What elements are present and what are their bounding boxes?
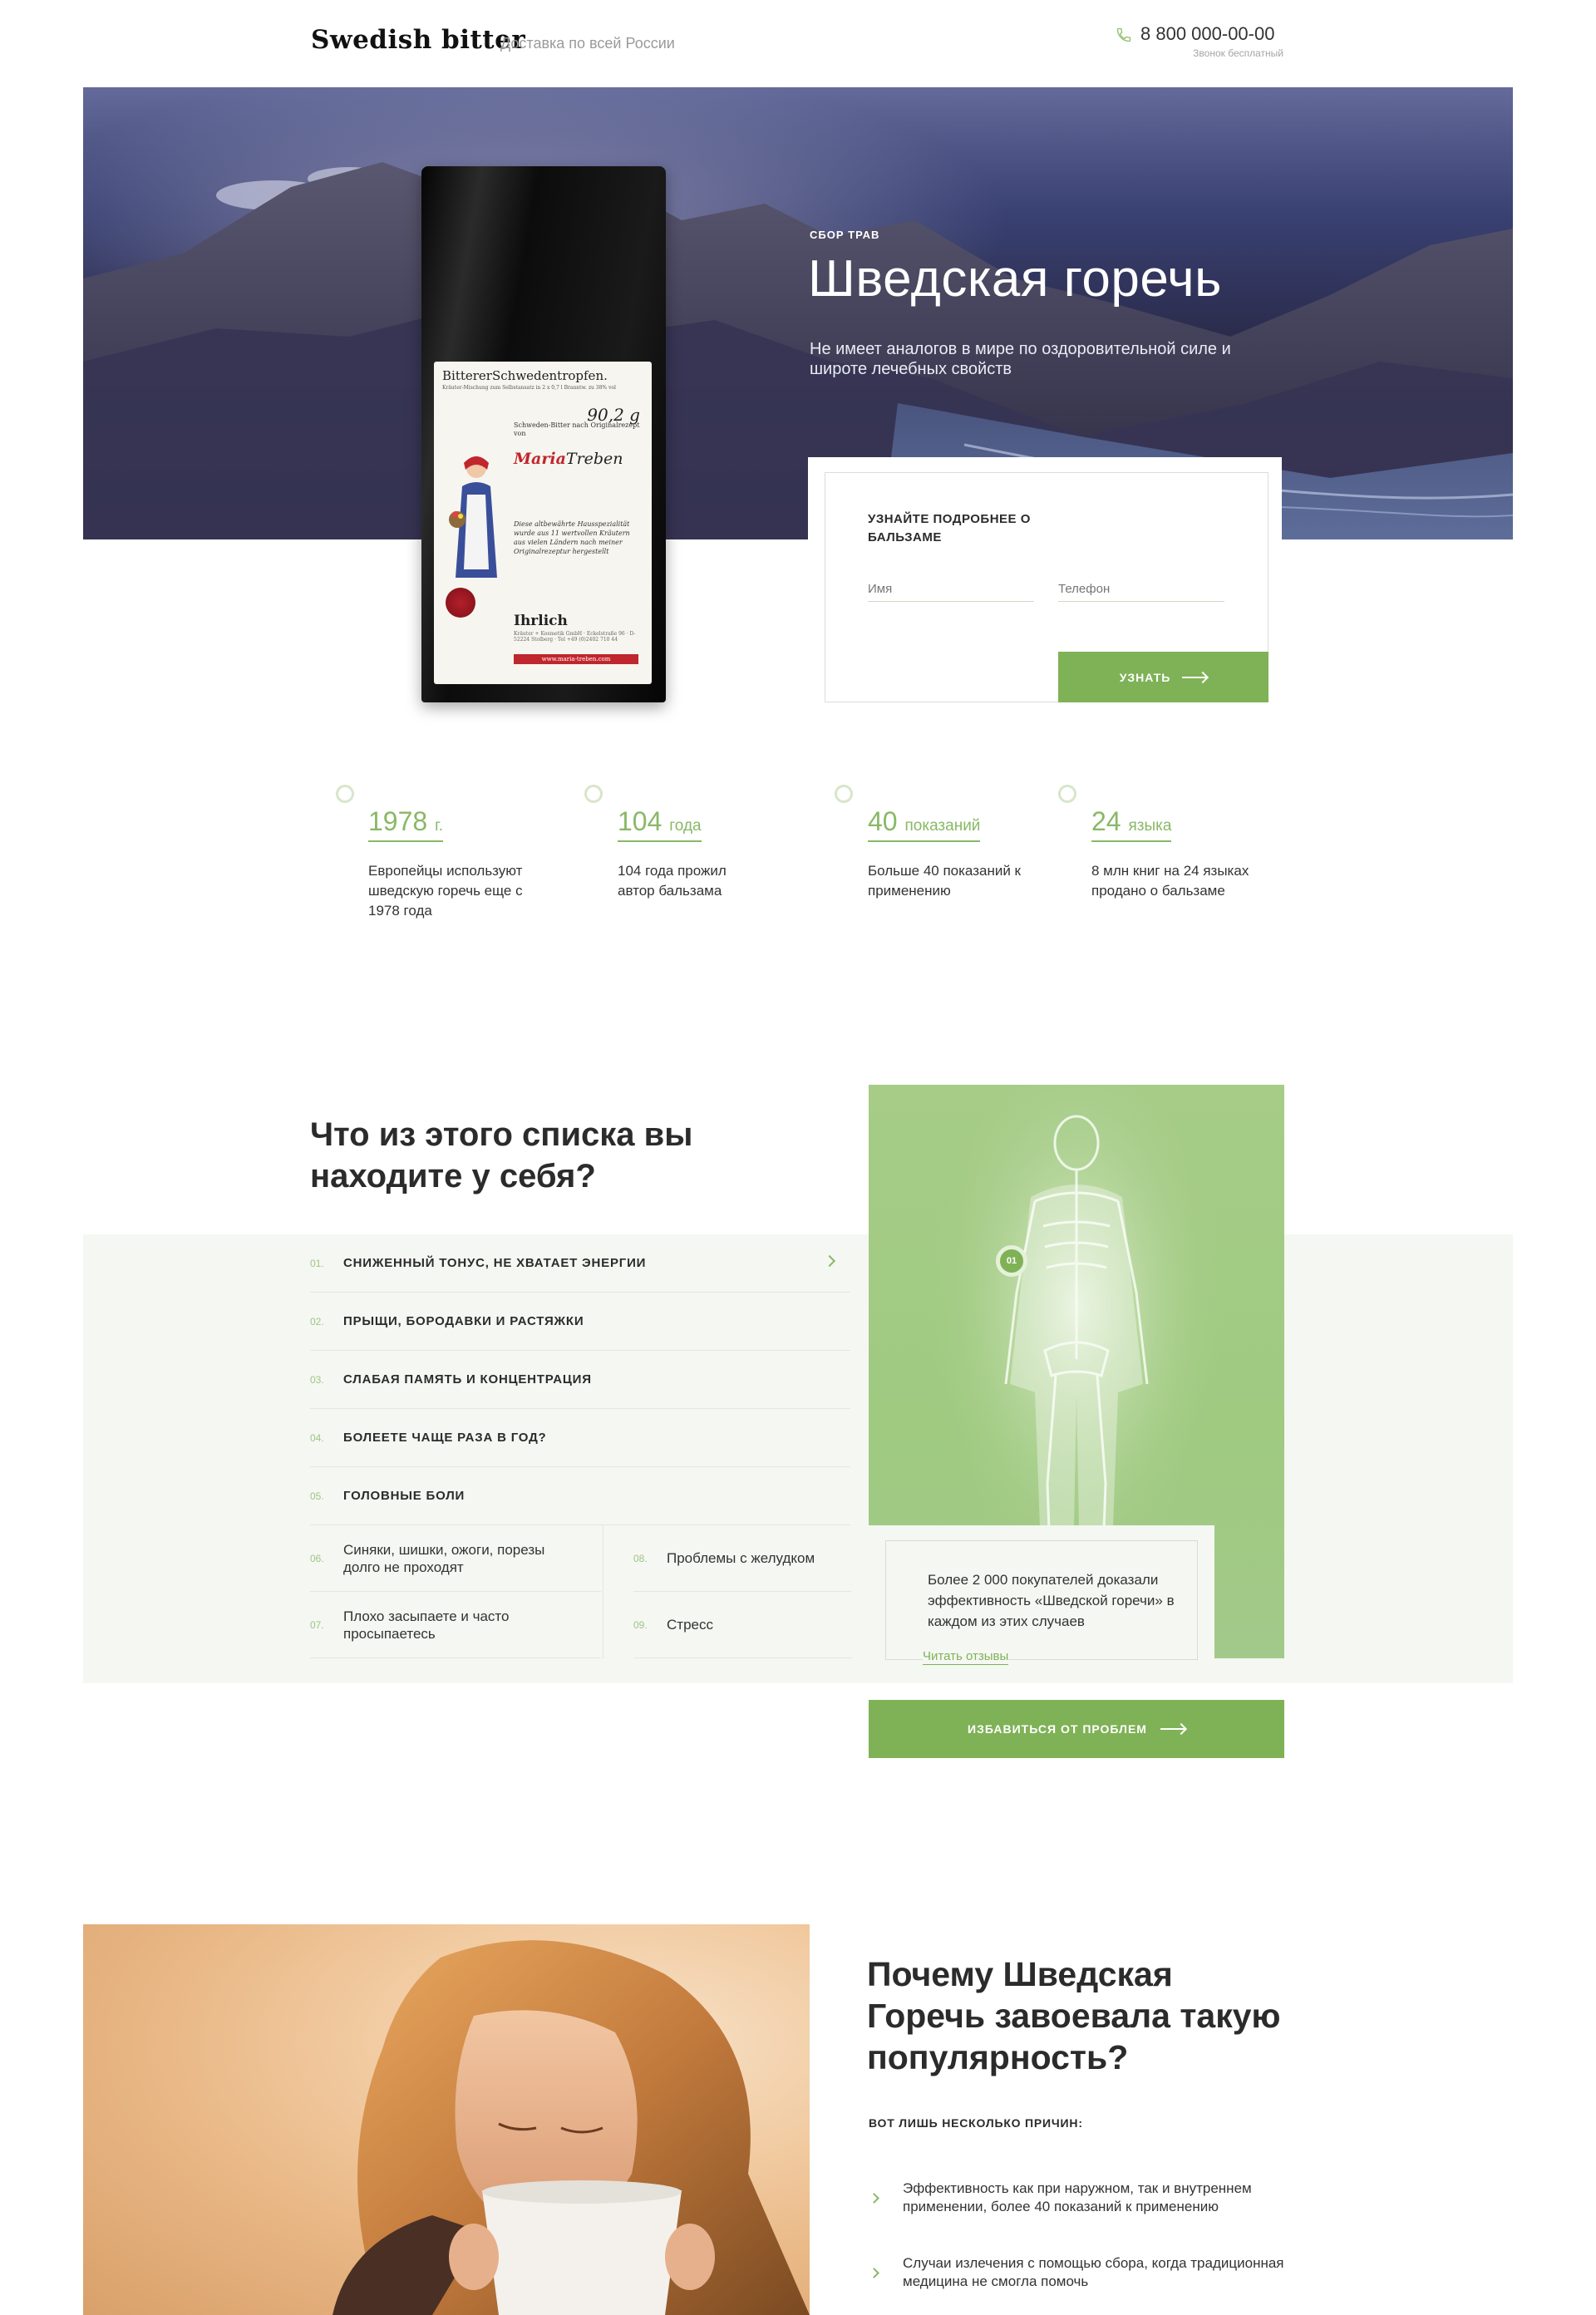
stat-text: Европейцы используют шведскую горечь еще… bbox=[368, 863, 523, 919]
why-subtitle: ВОТ ЛИШЬ НЕСКОЛЬКО ПРИЧИН: bbox=[869, 2116, 1083, 2130]
problem-number: 09. bbox=[633, 1618, 648, 1631]
label-brand-b: Treben bbox=[565, 450, 623, 468]
stat-unit: языка bbox=[1128, 817, 1172, 835]
stat-number: 1978 bbox=[368, 806, 428, 836]
stat-value: 40 показаний bbox=[868, 806, 981, 842]
hero-banner bbox=[83, 87, 1513, 539]
problem-item[interactable]: 02. ПРЫЩИ, БОРОДАВКИ И РАСТЯЖКИ bbox=[310, 1293, 850, 1351]
problem-text: Стресс bbox=[667, 1617, 713, 1633]
stat-unit: года bbox=[669, 817, 702, 835]
reason-item: Эффективность как при наружном, так и вн… bbox=[869, 2180, 1301, 2216]
problem-number: 08. bbox=[633, 1552, 648, 1564]
phone-note: Звонок бесплатный bbox=[1193, 47, 1283, 59]
stat-value: 104 года bbox=[618, 806, 702, 842]
stat-dot bbox=[835, 785, 853, 803]
problem-number: 05. bbox=[310, 1490, 324, 1502]
stat-number: 40 bbox=[868, 806, 898, 836]
problem-item[interactable]: 06. Синяки, шишки, ожоги, порезы долго н… bbox=[310, 1525, 601, 1592]
problem-text: БОЛЕЕТЕ ЧАЩЕ РАЗА В ГОД? bbox=[343, 1431, 547, 1445]
hero-title: Шведская горечь bbox=[808, 250, 1222, 308]
problem-number: 04. bbox=[310, 1431, 324, 1444]
why-title: Почему Шведская Горечь завоевала такую п… bbox=[867, 1955, 1281, 2076]
problem-text: СНИЖЕННЫЙ ТОНУС, НЕ ХВАТАЕТ ЭНЕРГИИ bbox=[343, 1256, 647, 1270]
problem-item[interactable]: 07. Плохо засыпаете и часто просыпаетесь bbox=[310, 1592, 601, 1658]
chevron-right-icon bbox=[869, 2267, 879, 2278]
label-maker: Ihrlich bbox=[514, 613, 568, 629]
stat-unit: показаний bbox=[904, 817, 981, 835]
problem-number: 06. bbox=[310, 1552, 324, 1564]
stat-value: 24 языка bbox=[1091, 806, 1172, 842]
problem-text: ГОЛОВНЫЕ БОЛИ bbox=[343, 1489, 466, 1503]
arrow-right-icon bbox=[1160, 1728, 1185, 1730]
label-name-a: Bitterer bbox=[442, 368, 492, 383]
problem-item[interactable]: 03. СЛАБАЯ ПАМЯТЬ И КОНЦЕНТРАЦИЯ bbox=[310, 1351, 850, 1409]
stat-number: 24 bbox=[1091, 806, 1121, 836]
info-text: Более 2 000 покупателей доказали эффекти… bbox=[928, 1572, 1175, 1629]
problem-text: Проблемы с желудком bbox=[667, 1550, 815, 1566]
stat-dot bbox=[336, 785, 354, 803]
label-name-b: Schwedentropfen. bbox=[491, 368, 608, 383]
problem-item[interactable]: 01. СНИЖЕННЫЙ ТОНУС, НЕ ХВАТАЕТ ЭНЕРГИИ bbox=[310, 1234, 850, 1293]
reason-item: Случаи излечения с помощью сбора, когда … bbox=[869, 2254, 1301, 2291]
woman-with-cup-image bbox=[332, 1940, 810, 2315]
logo[interactable]: Swedish bitter bbox=[311, 25, 525, 55]
phone-number[interactable]: 8 800 000-00-00 bbox=[1140, 23, 1274, 45]
form-title: УЗНАЙТЕ ПОДРОБНЕЕ О БАЛЬЗАМЕ bbox=[868, 512, 1031, 544]
stat-text: 104 года прожил автор бальзама bbox=[618, 863, 727, 899]
stat-dot bbox=[584, 785, 603, 803]
woman-drinking-photo bbox=[83, 1924, 810, 2315]
stat-number: 104 bbox=[618, 806, 663, 836]
label-line: Schweden-Bitter nach Originalrezept von bbox=[514, 421, 640, 437]
problems-title: Что из этого списка вы находите у себя? bbox=[310, 1116, 693, 1194]
chevron-right-icon bbox=[823, 1254, 836, 1268]
submit-button[interactable]: УЗНАТЬ bbox=[1058, 652, 1268, 702]
problem-item[interactable]: 05. ГОЛОВНЫЕ БОЛИ bbox=[310, 1467, 850, 1525]
problem-number: 01. bbox=[310, 1257, 324, 1269]
problem-text: Синяки, шишки, ожоги, порезы долго не пр… bbox=[343, 1541, 545, 1575]
arrow-right-icon bbox=[1182, 676, 1208, 678]
label-url: www.maria-treben.com bbox=[514, 654, 638, 664]
problem-item[interactable]: 04. БОЛЕЕТЕ ЧАЩЕ РАЗА В ГОД? bbox=[310, 1409, 850, 1467]
problem-text: Плохо засыпаете и часто просыпаетесь bbox=[343, 1608, 510, 1642]
label-address: Kräuter + Kosmetik GmbH · Eckelstraße 96… bbox=[514, 631, 636, 643]
cta-label: ИЗБАВИТЬСЯ ОТ ПРОБЛЕМ bbox=[968, 1722, 1147, 1736]
problem-number: 02. bbox=[310, 1315, 324, 1327]
body-marker[interactable]: 01 bbox=[996, 1245, 1027, 1277]
solve-problems-button[interactable]: ИЗБАВИТЬСЯ ОТ ПРОБЛЕМ bbox=[869, 1700, 1284, 1758]
chevron-right-icon bbox=[869, 2192, 879, 2204]
reason-text: Случаи излечения с помощью сбора, когда … bbox=[903, 2255, 1284, 2289]
label-brand: MariaTreben bbox=[514, 450, 623, 468]
problem-item[interactable]: 08. Проблемы с желудком bbox=[633, 1525, 851, 1592]
woman-illustration-icon bbox=[449, 456, 497, 578]
phone-input[interactable] bbox=[1058, 577, 1224, 602]
problem-number: 03. bbox=[310, 1373, 324, 1386]
product-label: BittererSchwedentropfen. Kräuter-Mischun… bbox=[434, 362, 652, 684]
phone-icon bbox=[1116, 27, 1131, 42]
stat-unit: г. bbox=[435, 817, 443, 835]
stat-text: Больше 40 показаний к применению bbox=[868, 863, 1021, 899]
stat-value: 1978 г. bbox=[368, 806, 443, 842]
stat-dot bbox=[1058, 785, 1076, 803]
reviews-link[interactable]: Читать отзывы bbox=[923, 1649, 1009, 1665]
problem-item[interactable]: 09. Стресс bbox=[633, 1592, 851, 1658]
label-description: Diese altbewährte Hausspezialität wurde … bbox=[514, 520, 630, 555]
problem-text: ПРЫЩИ, БОРОДАВКИ И РАСТЯЖКИ bbox=[343, 1314, 584, 1328]
problem-number: 07. bbox=[310, 1618, 324, 1631]
stat-text: 8 млн книг на 24 языках продано о бальза… bbox=[1091, 863, 1249, 899]
hero-subtitle: Не имеет аналогов в мире по оздоровитель… bbox=[810, 340, 1231, 378]
hero-kicker: СБОР ТРАВ bbox=[810, 229, 880, 241]
submit-button-label: УЗНАТЬ bbox=[1119, 670, 1171, 684]
mountain-landscape bbox=[83, 162, 1513, 539]
label-composition: Kräuter-Mischung zum Selbstansatz in 2 x… bbox=[442, 385, 616, 391]
problem-text: СЛАБАЯ ПАМЯТЬ И КОНЦЕНТРАЦИЯ bbox=[343, 1372, 592, 1387]
wax-seal-icon bbox=[446, 588, 475, 618]
delivery-note: Доставка по всей России bbox=[500, 35, 675, 52]
label-brand-a: Maria bbox=[514, 450, 566, 468]
name-input[interactable] bbox=[868, 577, 1034, 602]
reason-text: Эффективность как при наружном, так и вн… bbox=[903, 2180, 1252, 2214]
